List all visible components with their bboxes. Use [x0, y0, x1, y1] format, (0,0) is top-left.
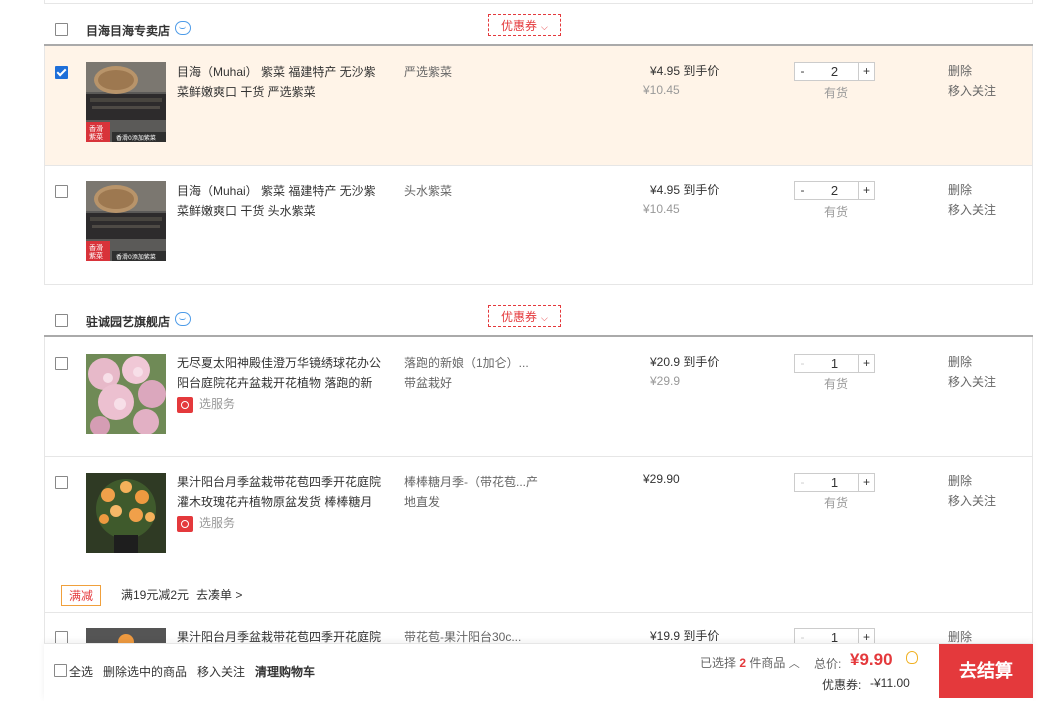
coupon-label: 优惠券: [501, 310, 538, 324]
shop-2-checkbox[interactable]: [55, 314, 68, 327]
quantity-input[interactable]: 2: [810, 62, 859, 81]
item-1-title[interactable]: 目海（Muhai） 紫菜 福建特产 无沙紫菜鲜嫩爽口 干货 严选紫菜: [177, 62, 387, 102]
chevron-down-icon: ⌵: [541, 22, 548, 32]
gear-icon: [177, 396, 193, 413]
product-image-hydrangea[interactable]: [86, 354, 166, 434]
shop-2-name[interactable]: 驻诚园艺旗舰店: [86, 313, 170, 330]
discount-label: 优惠券:: [822, 678, 862, 692]
svg-text:香滑: 香滑: [89, 243, 103, 252]
quantity-input[interactable]: 1: [810, 354, 859, 373]
item-1-quantity-stepper[interactable]: - 2 +: [794, 62, 875, 81]
product-image-rose[interactable]: [86, 473, 166, 553]
product-image-seaweed[interactable]: 香滑 紫菜 香滑0添加紫菜: [86, 181, 166, 261]
item-2-checkbox[interactable]: [55, 185, 68, 198]
svg-text:香滑0添加紫菜: 香滑0添加紫菜: [116, 134, 156, 142]
item-2-quantity-stepper[interactable]: - 2 +: [794, 181, 875, 200]
item-4-service[interactable]: 选服务: [177, 514, 235, 532]
decrease-button[interactable]: -: [794, 354, 811, 373]
item-1-follow-link[interactable]: 移入关注: [948, 81, 996, 101]
svg-text:香滑: 香滑: [89, 124, 103, 133]
item-3-spec: 落跑的新娘（1加仑）...带盆栽好: [404, 356, 529, 390]
chevron-up-icon: ︿: [788, 658, 800, 670]
item-1-price: ¥4.95 到手价: [650, 64, 720, 78]
svg-text:紫菜: 紫菜: [89, 251, 103, 260]
item-4-title[interactable]: 果汁阳台月季盆栽带花苞四季开花庭院灌木玫瑰花卉植物原盆发货 棒棒糖月: [177, 472, 387, 512]
selected-summary[interactable]: 已选择 2 件商品 ︿: [700, 654, 800, 671]
decrease-button[interactable]: -: [794, 473, 811, 492]
shop-1-checkbox[interactable]: [55, 23, 68, 36]
product-image-rose[interactable]: [86, 628, 166, 644]
item-2-spec: 头水紫菜: [404, 184, 453, 198]
svg-text:香滑0添加紫菜: 香滑0添加紫菜: [116, 253, 156, 261]
promo-tag: 满减: [61, 585, 102, 606]
selected-count: 2: [739, 656, 747, 670]
item-4-stock: 有货: [824, 496, 849, 510]
gear-icon: [177, 515, 193, 532]
promo-link[interactable]: 去凑单 >: [196, 586, 242, 603]
item-2-old-price: ¥10.45: [643, 202, 680, 216]
item-3-service[interactable]: 选服务: [177, 395, 235, 413]
item-1-checkbox[interactable]: [55, 66, 68, 79]
item-1-spec: 严选紫菜: [404, 65, 453, 79]
item-1-stock: 有货: [824, 86, 849, 100]
item-4-spec: 棒棒糖月季-（带花苞...产地直发: [404, 475, 538, 509]
item-2-stock: 有货: [824, 205, 849, 219]
item-4-checkbox[interactable]: [55, 476, 68, 489]
coupon-label: 优惠券: [501, 19, 538, 33]
quantity-input[interactable]: 2: [810, 181, 859, 200]
total-label: 总价:: [814, 657, 842, 671]
chevron-down-icon: ⌵: [541, 313, 548, 323]
decrease-button[interactable]: -: [794, 181, 811, 200]
shop-1-coupon-button[interactable]: 优惠券 ⌵: [488, 14, 561, 36]
item-4-price: ¥29.90: [643, 472, 680, 486]
item-2-follow-link[interactable]: 移入关注: [948, 200, 996, 220]
shop-2-coupon-button[interactable]: 优惠券 ⌵: [488, 305, 561, 327]
chat-icon[interactable]: [175, 21, 191, 35]
product-image-seaweed[interactable]: 香滑 紫菜 香滑0添加紫菜: [86, 62, 166, 142]
select-all-label[interactable]: 全选: [69, 663, 93, 680]
item-2-delete-link[interactable]: 删除: [948, 180, 972, 200]
item-4-delete-link[interactable]: 删除: [948, 471, 972, 491]
decrease-button[interactable]: -: [794, 62, 811, 81]
item-3-title[interactable]: 无尽夏太阳神殿佳澄万华镜绣球花办公阳台庭院花卉盆栽开花植物 落跑的新: [177, 353, 387, 393]
item-3-quantity-stepper[interactable]: - 1 +: [794, 354, 875, 373]
item-3-price: ¥20.9 到手价: [650, 355, 720, 369]
selected-prefix: 已选择: [700, 656, 737, 670]
delete-selected-link[interactable]: 删除选中的商品: [103, 663, 187, 680]
item-3-old-price: ¥29.9: [650, 374, 681, 388]
item-3-stock: 有货: [824, 377, 849, 391]
clear-cart-link[interactable]: 清理购物车: [255, 663, 315, 680]
lightbulb-icon[interactable]: [906, 651, 918, 664]
item-1-delete-link[interactable]: 删除: [948, 61, 972, 81]
service-label: 选服务: [199, 516, 236, 530]
cart-footer: 全选 删除选中的商品 移入关注 清理购物车 已选择 2 件商品 ︿ 总价: ¥9…: [44, 643, 1033, 701]
increase-button[interactable]: +: [858, 181, 875, 200]
quantity-input[interactable]: 1: [810, 473, 859, 492]
promo-bar: [44, 575, 1033, 613]
chat-icon[interactable]: [175, 312, 191, 326]
item-2-title[interactable]: 目海（Muhai） 紫菜 福建特产 无沙紫菜鲜嫩爽口 干货 头水紫菜: [177, 181, 387, 221]
move-follow-link[interactable]: 移入关注: [197, 663, 245, 680]
total-value: ¥9.90: [850, 650, 893, 669]
selected-suffix: 件商品: [749, 656, 786, 670]
increase-button[interactable]: +: [858, 473, 875, 492]
item-3-delete-link[interactable]: 删除: [948, 352, 972, 372]
item-4-quantity-stepper[interactable]: - 1 +: [794, 473, 875, 492]
svg-text:紫菜: 紫菜: [89, 132, 103, 141]
item-3-checkbox[interactable]: [55, 357, 68, 370]
checkout-button[interactable]: 去结算: [939, 644, 1033, 698]
item-3-follow-link[interactable]: 移入关注: [948, 372, 996, 392]
promo-text: 满19元减2元: [121, 588, 190, 602]
shop-1-top-border: [44, 0, 1033, 4]
item-5-price: ¥19.9 到手价: [650, 629, 720, 643]
increase-button[interactable]: +: [858, 62, 875, 81]
shop-1-name[interactable]: 目海目海专卖店: [86, 22, 170, 39]
select-all-checkbox[interactable]: [54, 664, 67, 677]
service-label: 选服务: [199, 397, 236, 411]
discount-value: -¥11.00: [870, 676, 910, 690]
item-1-old-price: ¥10.45: [643, 83, 680, 97]
item-4-follow-link[interactable]: 移入关注: [948, 491, 996, 511]
increase-button[interactable]: +: [858, 354, 875, 373]
item-2-price: ¥4.95 到手价: [650, 183, 720, 197]
